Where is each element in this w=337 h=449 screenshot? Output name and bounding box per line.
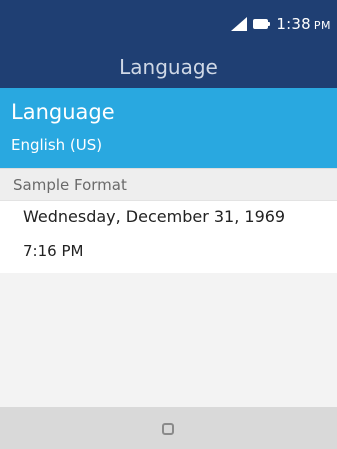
sample-time: 7:16 PM <box>23 242 84 260</box>
language-screen: 1:38 PM Language Language English (US) Sa… <box>0 0 337 449</box>
language-setting-label: Language <box>11 100 115 124</box>
signal-icon <box>231 17 248 31</box>
sample-format-header: Sample Format <box>0 168 337 201</box>
page-title: Language <box>119 55 218 79</box>
sample-format-block: Wednesday, December 31, 1969 7:16 PM <box>0 201 337 273</box>
bottom-navigation-bar <box>0 407 337 449</box>
sample-format-header-label: Sample Format <box>13 176 127 194</box>
app-header: 1:38 PM Language <box>0 0 337 88</box>
battery-icon <box>253 19 271 29</box>
home-icon[interactable] <box>162 423 174 435</box>
language-setting-value: English (US) <box>11 136 103 154</box>
content-filler <box>0 273 337 407</box>
language-setting-item[interactable]: Language English (US) <box>0 88 337 168</box>
sample-date: Wednesday, December 31, 1969 <box>23 207 286 226</box>
status-time: 1:38 PM <box>276 15 331 33</box>
status-bar: 1:38 PM <box>231 14 331 34</box>
